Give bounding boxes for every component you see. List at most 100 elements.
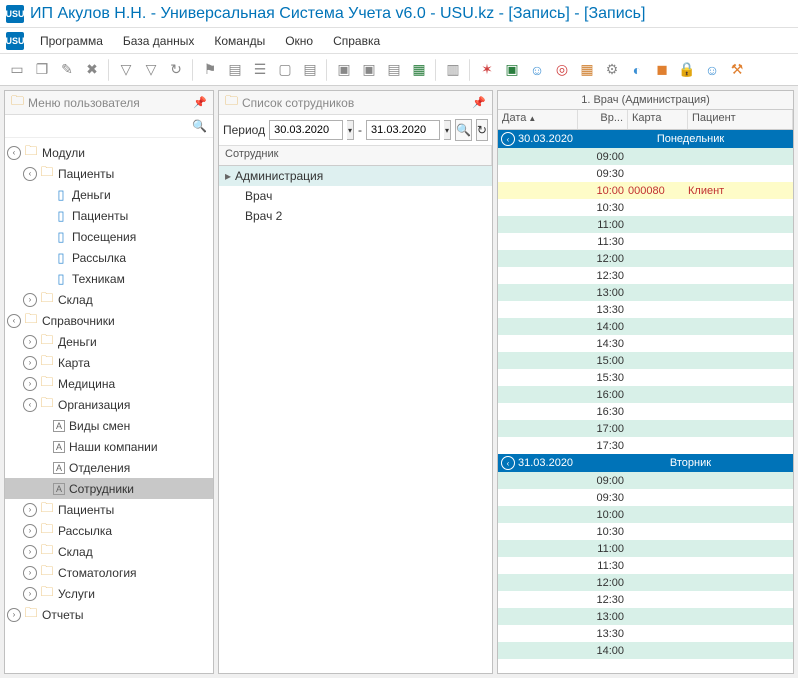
time-slot-row[interactable]: 12:00: [498, 250, 793, 267]
tree-employees[interactable]: A Сотрудники: [5, 478, 213, 499]
menu-program[interactable]: Программа: [32, 31, 111, 51]
toolbar-people-icon[interactable]: ☺: [701, 59, 723, 81]
time-slot-row[interactable]: 11:00: [498, 540, 793, 557]
menu-commands[interactable]: Команды: [206, 31, 273, 51]
pin-icon[interactable]: 📌: [472, 96, 486, 109]
tree-dir-org[interactable]: ‹ 🗀 Организация: [5, 394, 213, 415]
toolbar-gear-icon[interactable]: ⚙: [601, 59, 623, 81]
time-slot-row[interactable]: 09:00: [498, 472, 793, 489]
toolbar-new-icon[interactable]: ▭: [6, 59, 28, 81]
time-slot-row[interactable]: 12:30: [498, 267, 793, 284]
collapse-icon[interactable]: ‹: [7, 314, 21, 328]
time-slot-row[interactable]: 10:00000080Клиент: [498, 182, 793, 199]
expand-icon[interactable]: ›: [23, 356, 37, 370]
expand-icon[interactable]: ›: [23, 524, 37, 538]
time-slot-row[interactable]: 16:00: [498, 386, 793, 403]
toolbar-refresh-icon[interactable]: ↻: [165, 59, 187, 81]
time-slot-row[interactable]: 15:00: [498, 352, 793, 369]
time-slot-row[interactable]: 13:00: [498, 284, 793, 301]
time-slot-row[interactable]: 11:30: [498, 233, 793, 250]
dropdown-icon[interactable]: ▾: [444, 120, 451, 140]
time-slot-row[interactable]: 13:30: [498, 625, 793, 642]
expand-icon[interactable]: ›: [23, 566, 37, 580]
toolbar-star-icon[interactable]: ✶: [476, 59, 498, 81]
time-slot-row[interactable]: 10:30: [498, 199, 793, 216]
menu-database[interactable]: База данных: [115, 31, 202, 51]
period-to-input[interactable]: [366, 120, 440, 140]
tree-shift-types[interactable]: A Виды смен: [5, 415, 213, 436]
collapse-icon[interactable]: ‹: [501, 132, 515, 146]
toolbar-lock-icon[interactable]: 🔒: [676, 59, 698, 81]
period-from-input[interactable]: [269, 120, 343, 140]
tree-departments[interactable]: A Отделения: [5, 457, 213, 478]
time-slot-row[interactable]: 12:00: [498, 574, 793, 591]
toolbar-page-icon[interactable]: ▤: [383, 59, 405, 81]
collapse-icon[interactable]: ‹: [501, 456, 515, 470]
toolbar-excel-icon[interactable]: ▦: [408, 59, 430, 81]
tree-patients[interactable]: ‹ 🗀 Пациенты: [5, 163, 213, 184]
day-header[interactable]: ‹31.03.2020Вторник: [498, 454, 793, 472]
expand-icon[interactable]: ›: [23, 377, 37, 391]
time-slot-row[interactable]: 14:00: [498, 642, 793, 659]
toolbar-multi-icon[interactable]: ☰: [249, 59, 271, 81]
tree-tech[interactable]: ▯ Техникам: [5, 268, 213, 289]
toolbar-box-icon[interactable]: ▢: [274, 59, 296, 81]
toolbar-note-icon[interactable]: ▤: [299, 59, 321, 81]
toolbar-delete-icon[interactable]: ✖: [81, 59, 103, 81]
employee-row[interactable]: Врач 2: [219, 206, 492, 226]
collapse-icon[interactable]: ‹: [7, 146, 21, 160]
tree-dir-mailing[interactable]: › 🗀 Рассылка: [5, 520, 213, 541]
search-button[interactable]: 🔍: [455, 119, 472, 141]
time-slot-row[interactable]: 17:30: [498, 437, 793, 454]
tree-directories[interactable]: ‹ 🗀 Справочники: [5, 310, 213, 331]
tree-dir-money[interactable]: › 🗀 Деньги: [5, 331, 213, 352]
tree-modules[interactable]: ‹ 🗀 Модули: [5, 142, 213, 163]
expand-icon[interactable]: ›: [23, 587, 37, 601]
toolbar-rss-icon[interactable]: ◼: [651, 59, 673, 81]
col-time[interactable]: Вр...: [578, 110, 628, 129]
toolbar-copy-icon[interactable]: ❐: [31, 59, 53, 81]
toolbar-filter2-icon[interactable]: ▽: [140, 59, 162, 81]
col-employee[interactable]: Сотрудник: [219, 146, 492, 165]
toolbar-tool-icon[interactable]: ⚒: [726, 59, 748, 81]
toolbar-chart-icon[interactable]: ▣: [501, 59, 523, 81]
employee-row[interactable]: Врач: [219, 186, 492, 206]
tree-dir-card[interactable]: › 🗀 Карта: [5, 352, 213, 373]
col-date[interactable]: Дата▲: [498, 110, 578, 129]
toolbar-cal-icon[interactable]: ▦: [576, 59, 598, 81]
time-slot-row[interactable]: 14:30: [498, 335, 793, 352]
tree-mailing[interactable]: ▯ Рассылка: [5, 247, 213, 268]
time-slot-row[interactable]: 09:30: [498, 489, 793, 506]
menu-help[interactable]: Справка: [325, 31, 388, 51]
col-patient[interactable]: Пациент: [688, 110, 793, 129]
time-slot-row[interactable]: 15:30: [498, 369, 793, 386]
toolbar-flag-icon[interactable]: ⚑: [199, 59, 221, 81]
toolbar-edit-icon[interactable]: ✎: [56, 59, 78, 81]
dropdown-icon[interactable]: ▾: [347, 120, 354, 140]
time-slot-row[interactable]: 09:00: [498, 148, 793, 165]
toolbar-users-icon[interactable]: ☺: [526, 59, 548, 81]
time-slot-row[interactable]: 13:00: [498, 608, 793, 625]
expand-icon[interactable]: ›: [23, 545, 37, 559]
time-slot-row[interactable]: 10:00: [498, 506, 793, 523]
time-slot-row[interactable]: 17:00: [498, 420, 793, 437]
collapse-icon[interactable]: ‹: [23, 167, 37, 181]
refresh-button[interactable]: ↻: [476, 119, 488, 141]
tree-warehouse[interactable]: › 🗀 Склад: [5, 289, 213, 310]
toolbar-open-icon[interactable]: ▣: [333, 59, 355, 81]
expand-icon[interactable]: ›: [7, 608, 21, 622]
expand-icon[interactable]: ›: [23, 503, 37, 517]
menu-window[interactable]: Окно: [277, 31, 321, 51]
col-card[interactable]: Карта: [628, 110, 688, 129]
tree-reports[interactable]: › 🗀 Отчеты: [5, 604, 213, 625]
toolbar-filter-icon[interactable]: ▽: [115, 59, 137, 81]
tree-money[interactable]: ▯ Деньги: [5, 184, 213, 205]
day-header[interactable]: ‹30.03.2020Понедельник: [498, 130, 793, 148]
expand-icon[interactable]: ›: [23, 293, 37, 307]
toolbar-globe-icon[interactable]: ◐: [626, 59, 648, 81]
tree-visits[interactable]: ▯ Посещения: [5, 226, 213, 247]
tree-companies[interactable]: A Наши компании: [5, 436, 213, 457]
tree-dir-stoma[interactable]: › 🗀 Стоматология: [5, 562, 213, 583]
tree-dir-warehouse[interactable]: › 🗀 Склад: [5, 541, 213, 562]
toolbar-pin-icon[interactable]: ◎: [551, 59, 573, 81]
